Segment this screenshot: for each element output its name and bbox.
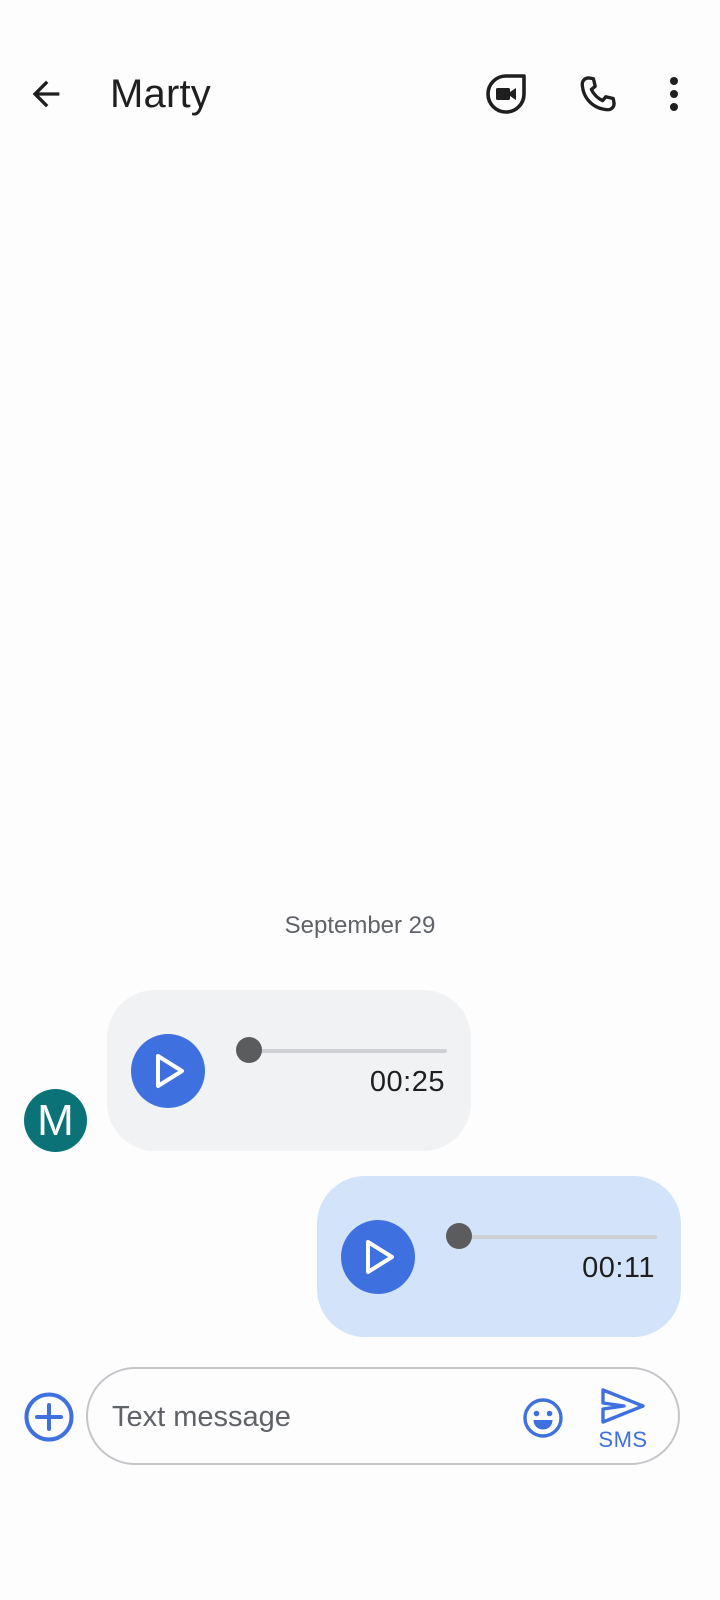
phone-icon: [580, 76, 616, 112]
audio-progress-track[interactable]: [241, 1049, 447, 1053]
outgoing-audio-message[interactable]: 00:11: [317, 1176, 681, 1337]
more-options-button[interactable]: [642, 62, 706, 126]
contact-name: Marty: [110, 72, 211, 116]
audio-progress-thumb[interactable]: [446, 1223, 472, 1249]
contact-avatar[interactable]: M: [24, 1089, 87, 1152]
avatar-initial: M: [37, 1095, 74, 1145]
add-circle-icon: [24, 1392, 74, 1442]
top-app-bar: Marty: [0, 44, 720, 144]
send-icon: [601, 1388, 645, 1424]
audio-progress-thumb[interactable]: [236, 1037, 262, 1063]
play-icon: [156, 1054, 184, 1088]
arrow-back-icon: [32, 80, 60, 108]
incoming-audio-message[interactable]: 00:25: [107, 990, 471, 1151]
messages-app: Marty September 29 M 00:25 00:11 Text me…: [0, 0, 720, 1600]
video-call-button[interactable]: [474, 62, 538, 126]
emoji-button[interactable]: [518, 1393, 568, 1443]
play-button[interactable]: [341, 1220, 415, 1294]
text-message-input[interactable]: [112, 1395, 492, 1439]
back-button[interactable]: [14, 62, 78, 126]
attach-button[interactable]: [20, 1388, 78, 1446]
send-button[interactable]: SMS: [588, 1383, 658, 1453]
date-divider: September 29: [284, 912, 436, 939]
play-button[interactable]: [131, 1034, 205, 1108]
call-button[interactable]: [566, 62, 630, 126]
audio-duration: 00:25: [369, 1066, 445, 1098]
send-type-label: SMS: [598, 1427, 648, 1452]
more-vert-icon: [670, 77, 678, 111]
play-icon: [366, 1240, 394, 1274]
emoji-icon: [523, 1398, 563, 1438]
audio-progress-track[interactable]: [451, 1235, 657, 1239]
compose-field: SMS: [86, 1367, 680, 1465]
audio-duration: 00:11: [582, 1252, 655, 1284]
video-call-icon: [486, 74, 526, 114]
